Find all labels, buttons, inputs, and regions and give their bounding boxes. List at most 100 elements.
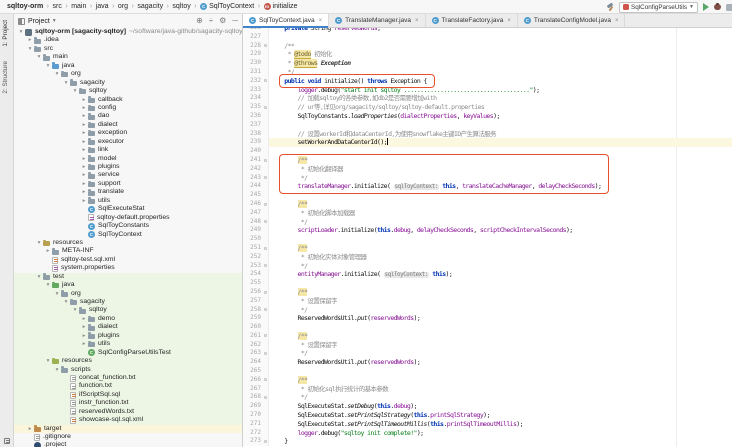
line-number[interactable]: 240 [243, 147, 269, 156]
build-hammer-icon[interactable] [606, 3, 614, 11]
breadcrumb-item[interactable]: src [53, 3, 62, 10]
chevron-collapsed-icon[interactable]: ▸ [80, 180, 88, 188]
tree-row-concat_function-txt[interactable]: concat_function.txt [14, 374, 242, 382]
code-line-263[interactable]: 263 */ [243, 349, 732, 358]
tree-row-sagacity[interactable]: ▾sagacity [14, 79, 242, 87]
code-line-238[interactable]: 238 // 设置workerId和dataCenterId,为使用snowfl… [243, 130, 732, 139]
chevron-collapsed-icon[interactable]: ▸ [80, 96, 88, 104]
code-line-247[interactable]: 247 * 初始化脚本加载器 [243, 209, 732, 218]
code-line-242[interactable]: 242 * 初始化翻译器 [243, 165, 732, 174]
breadcrumb-item[interactable]: java [96, 3, 109, 10]
tree-row-main[interactable]: ▾main [14, 53, 242, 61]
breadcrumb-item[interactable]: CSqlToyContext [200, 3, 254, 10]
chevron-collapsed-icon[interactable]: ▸ [26, 36, 34, 44]
code-line-244[interactable]: 244 translateManager.initialize( sqlToyC… [243, 182, 732, 191]
code-line-248[interactable]: 248 */ [243, 218, 732, 227]
breadcrumb-item[interactable]: minitialize [264, 3, 298, 10]
tree-row-utils[interactable]: ▸utils [14, 340, 242, 348]
tab-translatemanager-java[interactable]: CTranslateManager.java× [329, 14, 425, 27]
tree-row-service[interactable]: ▸service [14, 171, 242, 179]
line-number[interactable]: 260 [243, 323, 269, 332]
tree-row-plugins[interactable]: ▸plugins [14, 163, 242, 171]
code-line-236[interactable]: 236 SqlToyConstants.loadProperties(diale… [243, 112, 732, 121]
tree-row-sqlexecutestat[interactable]: CSqlExecuteStat [14, 205, 242, 213]
chevron-expanded-icon[interactable]: ▾ [35, 239, 43, 247]
code-line-231[interactable]: 231 */ [243, 68, 732, 77]
tab-sqltoycontext-java[interactable]: CSqlToyContext.java× [243, 14, 329, 27]
tree-row-reservedwords-txt[interactable]: reservedWords.txt [14, 408, 242, 416]
code-line-232[interactable]: 232 public void initialize() throws Exce… [243, 77, 732, 86]
line-number[interactable]: 244 [243, 182, 269, 191]
tree-row-dao[interactable]: ▸dao [14, 112, 242, 120]
fold-marker-icon[interactable] [264, 291, 267, 294]
chevron-collapsed-icon[interactable]: ▸ [80, 315, 88, 323]
chevron-collapsed-icon[interactable]: ▸ [80, 138, 88, 146]
tree-row-exception[interactable]: ▸exception [14, 129, 242, 137]
code-line-259[interactable]: 259 ReservedWordsUtil.put(reservedWords)… [243, 314, 732, 323]
chevron-down-icon[interactable]: ▼ [52, 18, 57, 24]
chevron-expanded-icon[interactable]: ▾ [53, 290, 61, 298]
line-number[interactable]: 233 [243, 86, 269, 95]
line-number[interactable]: 235 [243, 103, 269, 112]
fold-marker-icon[interactable] [264, 220, 267, 223]
chevron-collapsed-icon[interactable]: ▸ [80, 146, 88, 154]
chevron-expanded-icon[interactable]: ▾ [53, 366, 61, 374]
run-icon[interactable] [703, 3, 709, 11]
line-number[interactable]: 263 [243, 349, 269, 358]
chevron-expanded-icon[interactable]: ▾ [71, 87, 79, 95]
line-number[interactable]: 265 [243, 367, 269, 376]
tree-row-src[interactable]: ▾src [14, 45, 242, 53]
line-number[interactable]: 228 [243, 42, 269, 51]
code-line-237[interactable]: 237 [243, 121, 732, 130]
tree-row-dialect[interactable]: ▸dialect [14, 323, 242, 331]
line-number[interactable]: 258 [243, 306, 269, 315]
tree-row-sqltoy[interactable]: ▾sqltoy [14, 87, 242, 95]
code-line-251[interactable]: 251 /** [243, 244, 732, 253]
debug-icon[interactable] [714, 4, 721, 10]
fold-marker-icon[interactable] [264, 44, 267, 47]
line-number[interactable]: 247 [243, 209, 269, 218]
code-line-240[interactable]: 240 [243, 147, 732, 156]
chevron-expanded-icon[interactable]: ▾ [53, 70, 61, 78]
chevron-collapsed-icon[interactable]: ▸ [80, 104, 88, 112]
code-line-249[interactable]: 249 scriptLoader.initialize(this.debug, … [243, 226, 732, 235]
tree-row-resources[interactable]: ▾resources [14, 239, 242, 247]
line-number[interactable]: 266 [243, 376, 269, 385]
code-line-272[interactable]: 272 logger.debug("sqltoy init complete!"… [243, 429, 732, 438]
tree-row-callback[interactable]: ▸callback [14, 96, 242, 104]
chevron-expanded-icon[interactable]: ▾ [62, 298, 70, 306]
code-line-243[interactable]: 243 */ [243, 174, 732, 183]
fold-marker-icon[interactable] [264, 79, 267, 82]
line-number[interactable]: 252 [243, 253, 269, 262]
code-line-230[interactable]: 230 * @throws Exception [243, 59, 732, 68]
tree-row-utils[interactable]: ▸utils [14, 197, 242, 205]
line-number[interactable]: 273 [243, 437, 269, 446]
close-icon[interactable]: × [615, 18, 619, 24]
collapse-all-icon[interactable]: ÷ [209, 14, 213, 28]
line-number[interactable]: 250 [243, 235, 269, 244]
line-number[interactable]: 241 [243, 156, 269, 165]
fold-marker-icon[interactable] [264, 378, 267, 381]
tree-row-java[interactable]: ▾java [14, 62, 242, 70]
fold-marker-icon[interactable] [264, 352, 267, 355]
chevron-collapsed-icon[interactable]: ▸ [26, 425, 34, 433]
line-number[interactable]: 238 [243, 130, 269, 139]
tree-row-java[interactable]: ▾java [14, 281, 242, 289]
tree-row--project[interactable]: .project [14, 441, 242, 447]
line-number[interactable]: 262 [243, 341, 269, 350]
code-line-241[interactable]: 241 /** [243, 156, 732, 165]
tree-row-system-properties[interactable]: system.properties [14, 264, 242, 272]
tree-row-ifscriptsql-sql[interactable]: ifScriptSql.sql [14, 391, 242, 399]
line-number[interactable]: 236 [243, 112, 269, 121]
line-number[interactable]: 237 [243, 121, 269, 130]
tree-row-model[interactable]: ▸model [14, 155, 242, 163]
line-number[interactable]: 271 [243, 420, 269, 429]
line-number[interactable]: 248 [243, 218, 269, 227]
tree-row-support[interactable]: ▸support [14, 180, 242, 188]
code-line-234[interactable]: 234 // 加载sqltoy的各类参数,如db2是否需要增加with [243, 94, 732, 103]
toolwindow-switcher-icon[interactable] [4, 438, 10, 444]
breadcrumb-item[interactable]: sqltoy [172, 3, 190, 10]
code-line-260[interactable]: 260 [243, 323, 732, 332]
chevron-expanded-icon[interactable]: ▾ [44, 62, 52, 70]
fold-marker-icon[interactable] [264, 159, 267, 162]
